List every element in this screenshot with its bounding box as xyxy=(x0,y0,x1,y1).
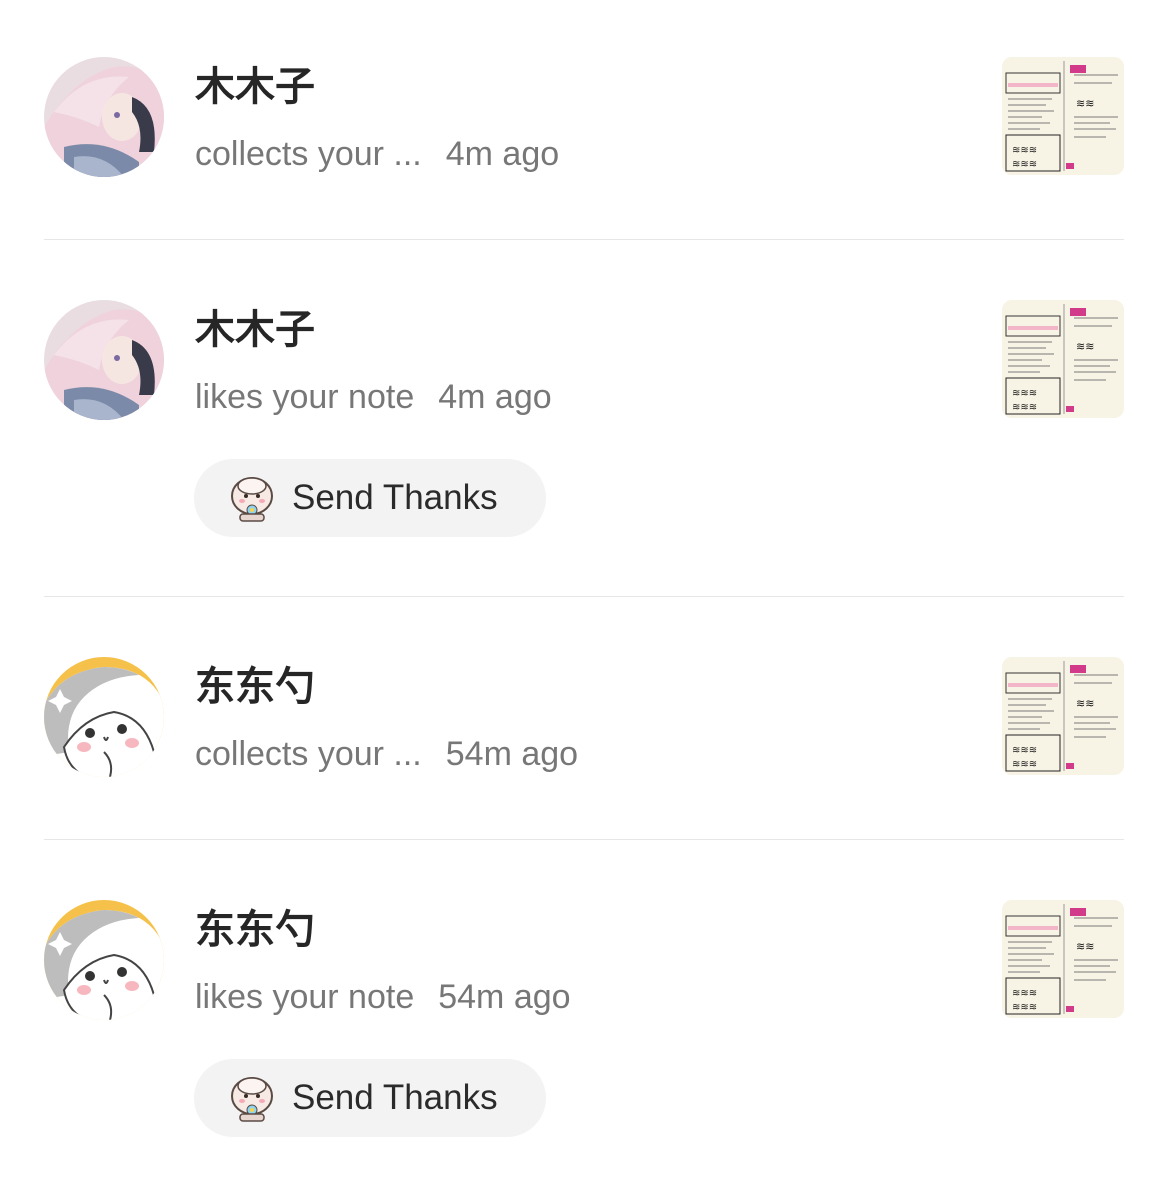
note-thumbnail[interactable]: ≋≋≋ ≋≋≋ ≋≋ xyxy=(1002,300,1124,418)
svg-text:≋≋: ≋≋ xyxy=(1076,940,1094,953)
note-thumbnail[interactable]: ≋≋≋ ≋≋≋ ≋≋ xyxy=(1002,657,1124,775)
divider xyxy=(44,239,1124,240)
sheep-sticker-icon xyxy=(231,477,273,522)
user-name[interactable]: 木木子 xyxy=(195,63,315,111)
divider xyxy=(44,839,1124,840)
note-thumbnail-image-icon: ≋≋≋ ≋≋≋ ≋≋ xyxy=(1002,657,1124,775)
note-thumbnail[interactable]: ≋≋≋ ≋≋≋ ≋≋ xyxy=(1002,57,1124,175)
send-thanks-button[interactable]: Send Thanks xyxy=(194,1059,546,1137)
activity-meta: likes your note 54m ago xyxy=(195,976,571,1018)
timestamp: 54m ago xyxy=(438,978,571,1016)
avatar[interactable] xyxy=(44,57,164,177)
avatar[interactable] xyxy=(44,900,164,1020)
svg-text:≋≋≋: ≋≋≋ xyxy=(1012,402,1037,413)
note-thumbnail[interactable]: ≋≋≋ ≋≋≋ ≋≋ xyxy=(1002,900,1124,1018)
divider xyxy=(44,596,1124,597)
svg-text:≋≋: ≋≋ xyxy=(1076,697,1094,710)
avatar[interactable] xyxy=(44,657,164,777)
hamster-avatar-icon xyxy=(44,657,164,777)
activity-meta: collects your ... 4m ago xyxy=(195,133,559,175)
svg-text:≋≋≋: ≋≋≋ xyxy=(1012,759,1037,770)
note-thumbnail-image-icon: ≋≋≋ ≋≋≋ ≋≋ xyxy=(1002,900,1124,1018)
activity-meta: collects your ... 54m ago xyxy=(195,733,578,775)
send-thanks-button[interactable]: Send Thanks xyxy=(194,459,546,537)
note-thumbnail-image-icon: ≋≋≋ ≋≋≋ ≋≋ xyxy=(1002,300,1124,418)
svg-text:≋≋: ≋≋ xyxy=(1076,340,1094,353)
send-thanks-label: Send Thanks xyxy=(292,478,498,517)
user-name[interactable]: 东东勺 xyxy=(195,663,315,711)
timestamp: 4m ago xyxy=(438,378,552,416)
activity-meta: likes your note 4m ago xyxy=(195,376,552,418)
svg-text:≋≋≋: ≋≋≋ xyxy=(1012,388,1037,399)
activity-text: likes your note xyxy=(195,378,415,416)
note-thumbnail-image-icon: ≋≋≋ ≋≋≋ ≋≋ xyxy=(1002,57,1124,175)
user-name[interactable]: 木木子 xyxy=(195,306,315,354)
avatar[interactable] xyxy=(44,300,164,420)
svg-text:≋≋≋: ≋≋≋ xyxy=(1012,988,1037,999)
activity-text: collects your ... xyxy=(195,135,422,173)
svg-text:≋≋≋: ≋≋≋ xyxy=(1012,745,1037,756)
timestamp: 54m ago xyxy=(445,735,579,773)
svg-text:≋≋: ≋≋ xyxy=(1076,97,1094,110)
timestamp: 4m ago xyxy=(445,135,560,173)
activity-text: likes your note xyxy=(195,978,415,1016)
send-thanks-label: Send Thanks xyxy=(292,1078,498,1117)
svg-text:≋≋≋: ≋≋≋ xyxy=(1012,145,1037,156)
svg-text:≋≋≋: ≋≋≋ xyxy=(1012,1002,1037,1013)
sheep-sticker-icon xyxy=(231,1077,273,1122)
anime-girl-avatar-icon xyxy=(44,57,164,177)
anime-girl-avatar-icon xyxy=(44,300,164,420)
svg-text:≋≋≋: ≋≋≋ xyxy=(1012,159,1037,170)
activity-text: collects your ... xyxy=(195,735,422,773)
user-name[interactable]: 东东勺 xyxy=(195,906,315,954)
hamster-avatar-icon xyxy=(44,900,164,1020)
